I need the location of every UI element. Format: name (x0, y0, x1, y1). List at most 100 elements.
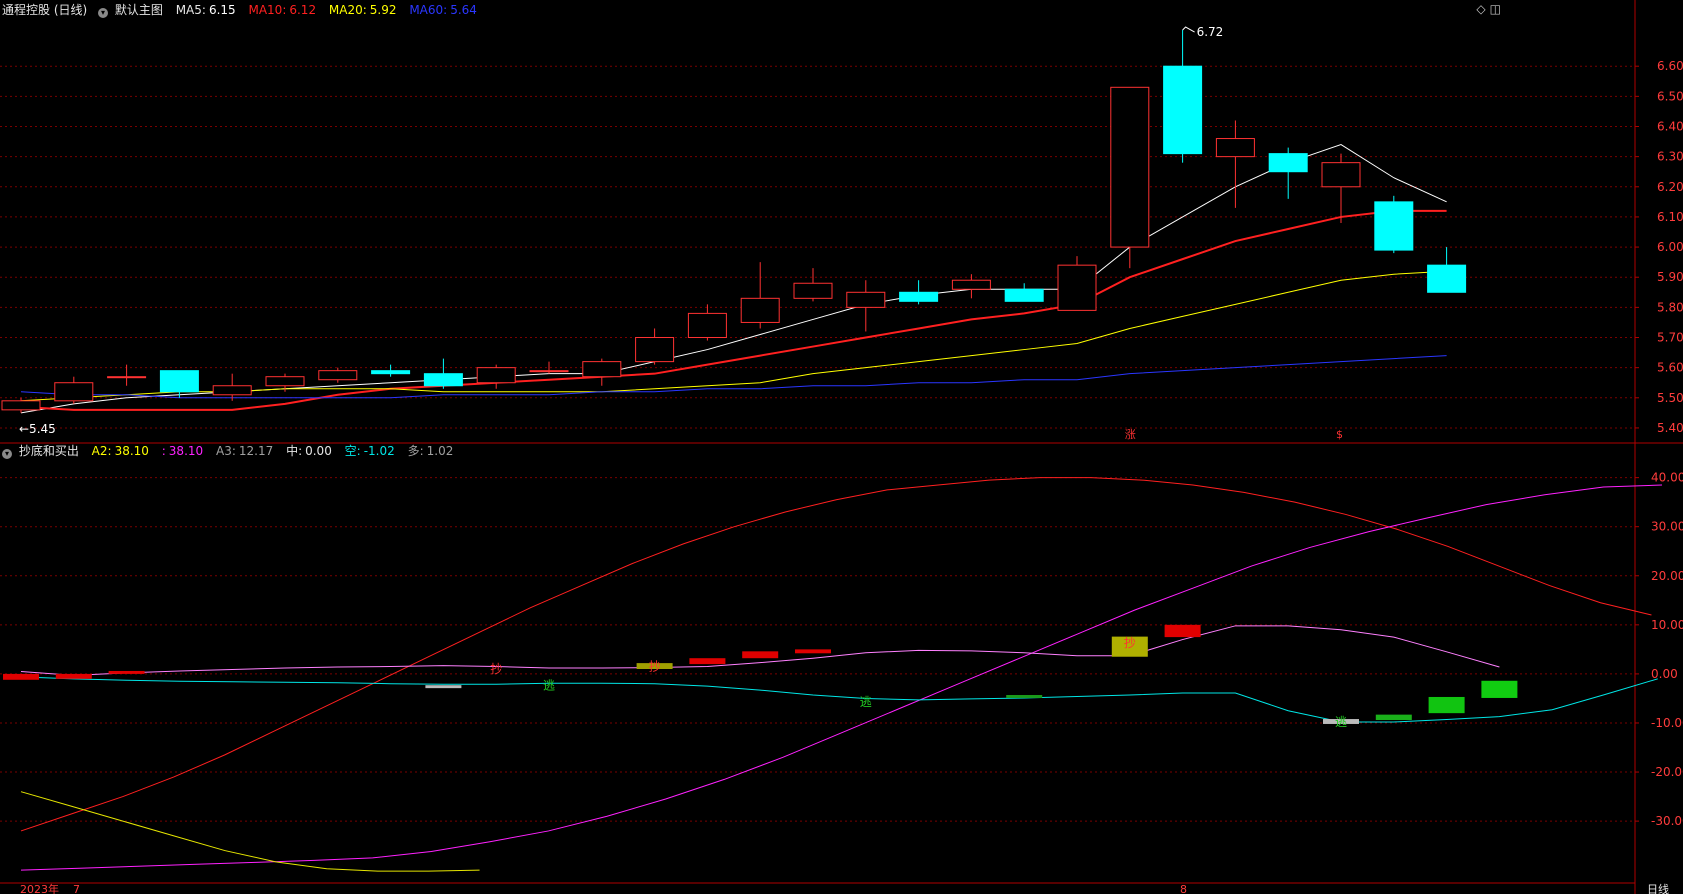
candle-body-down (899, 291, 939, 302)
candle (582, 358, 622, 386)
candle-body-up (1110, 86, 1150, 248)
candle-body-down (1268, 153, 1308, 173)
candle (846, 280, 886, 332)
candle-body-up (793, 282, 833, 299)
indicator-bar (3, 673, 39, 680)
price-axis-label: 5.60 (1657, 361, 1683, 375)
indicator-line-空 (20, 676, 1658, 723)
indicator-bar (1006, 695, 1043, 698)
kong-label: 空: (344, 444, 361, 458)
indicator-name[interactable]: 抄底和买出 (19, 444, 79, 458)
duo-label: 多: (407, 444, 424, 458)
window-controls: ◇ ◫ (1472, 2, 1501, 16)
candle-body-up (635, 337, 675, 363)
candle-body-up (529, 370, 569, 373)
indicator-bar (1375, 714, 1412, 721)
kong-value: -1.02 (363, 444, 395, 458)
candle-body-up (318, 370, 358, 381)
ma-line-ma10 (20, 209, 1447, 411)
candle-body-up (212, 385, 252, 396)
candle (476, 364, 516, 389)
indicator-axis-label: -10.00 (1651, 716, 1683, 730)
candle (54, 376, 94, 404)
a2b-value: 38.10 (168, 444, 204, 458)
a3-label: A3: (215, 444, 236, 458)
price-axis-label: 6.30 (1657, 150, 1683, 164)
candle (1268, 147, 1308, 199)
indicator-line-a3 (20, 791, 480, 872)
candle-body-up (54, 382, 94, 402)
ma5-value: 6.15 (208, 3, 236, 17)
high-pointer (1182, 26, 1195, 33)
candle-body-up (265, 376, 305, 387)
indicator-bar (1164, 624, 1201, 638)
price-axis-label: 6.50 (1657, 89, 1683, 103)
indicator-bar (55, 673, 92, 679)
candle (1110, 86, 1150, 269)
candle-body-down (1163, 65, 1203, 155)
candle-body-down (1427, 264, 1467, 293)
indicator-axis-label: 10.00 (1651, 618, 1683, 632)
candle (1427, 247, 1467, 293)
candle (1321, 153, 1361, 223)
a2-value: 38.10 (114, 444, 149, 458)
price-axis-label: 5.70 (1657, 331, 1683, 345)
candle-body-down (1004, 288, 1044, 302)
candle-body-down (371, 370, 411, 375)
ma-line-ma5 (20, 144, 1447, 414)
candle-body-up (582, 361, 622, 378)
a2b-label: : (161, 444, 166, 458)
candle (318, 367, 358, 383)
candle-body-up (1, 400, 41, 411)
indicator-header: ▾ 抄底和买出 A2: 38.10 :38.10 A3: 12.17 中: 0.00 … (2, 442, 456, 460)
candle (899, 280, 939, 305)
candle (687, 304, 727, 341)
signal-label: 抄 (1124, 636, 1136, 650)
indicator-bar (425, 685, 462, 689)
candle-body-down (423, 373, 463, 387)
footer-month-label: 7 (73, 883, 80, 894)
candle-body-up (951, 279, 991, 290)
candle (951, 274, 991, 299)
signal-label: 抄 (490, 662, 502, 676)
low-price-label: ←5.45 (19, 422, 56, 436)
diamond-icon[interactable]: ◇ (1476, 2, 1485, 16)
price-axis-label: 5.80 (1657, 300, 1683, 314)
candle (423, 358, 463, 389)
ma-line-ma20 (20, 270, 1447, 402)
price-marker: 涨 (1125, 428, 1136, 441)
high-price-label: 6.72 (1197, 25, 1224, 39)
footer-month-label: 8 (1180, 883, 1187, 894)
main-chart-header: 通程控股 (日线) ▾ 默认主图 MA5: 6.15 MA10: 6.12 MA20… (2, 1, 480, 19)
price-axis-label: 5.50 (1657, 391, 1683, 405)
indicator-bar (795, 649, 831, 654)
indicator-axis-label: -20.00 (1651, 765, 1683, 779)
chevron-down-icon[interactable]: ▾ (98, 8, 109, 18)
footer-year-label: 2023年 (20, 882, 59, 894)
ma60-label: MA60: (409, 3, 448, 17)
price-axis-label: 5.90 (1657, 270, 1683, 284)
stock-title[interactable]: 通程控股 (日线) (2, 3, 87, 17)
a3-value: 12.17 (238, 444, 274, 458)
price-axis-label: 6.10 (1657, 210, 1683, 224)
indicator-axis-label: 40.00 (1651, 471, 1683, 485)
candle (371, 364, 411, 377)
candle (793, 268, 833, 302)
candle-body-up (846, 291, 886, 308)
candle-body-up (1057, 264, 1097, 311)
chevron-down-icon[interactable]: ▾ (2, 449, 12, 459)
ma60-value: 5.64 (450, 3, 477, 17)
indicator-line-a2 (20, 477, 1652, 832)
candle (1004, 283, 1044, 302)
stock-chart-window: 5.40 5.50 5.60 5.70 5.80 5.90 6.00 6.10 6.20 6.30… (0, 0, 1683, 894)
a2-label: A2: (91, 444, 112, 458)
indicator-axis-label: 20.00 (1651, 569, 1683, 583)
template-selector[interactable]: 默认主图 (115, 3, 163, 17)
price-axis-label: 5.40 (1657, 421, 1683, 435)
window-icon[interactable]: ◫ (1490, 2, 1501, 16)
price-axis-label: 6.20 (1657, 180, 1683, 194)
ma5-label: MA5: (175, 3, 206, 17)
price-axis-label: 6.00 (1657, 240, 1683, 254)
candle-body-up (1215, 138, 1255, 158)
candle (1057, 256, 1097, 311)
